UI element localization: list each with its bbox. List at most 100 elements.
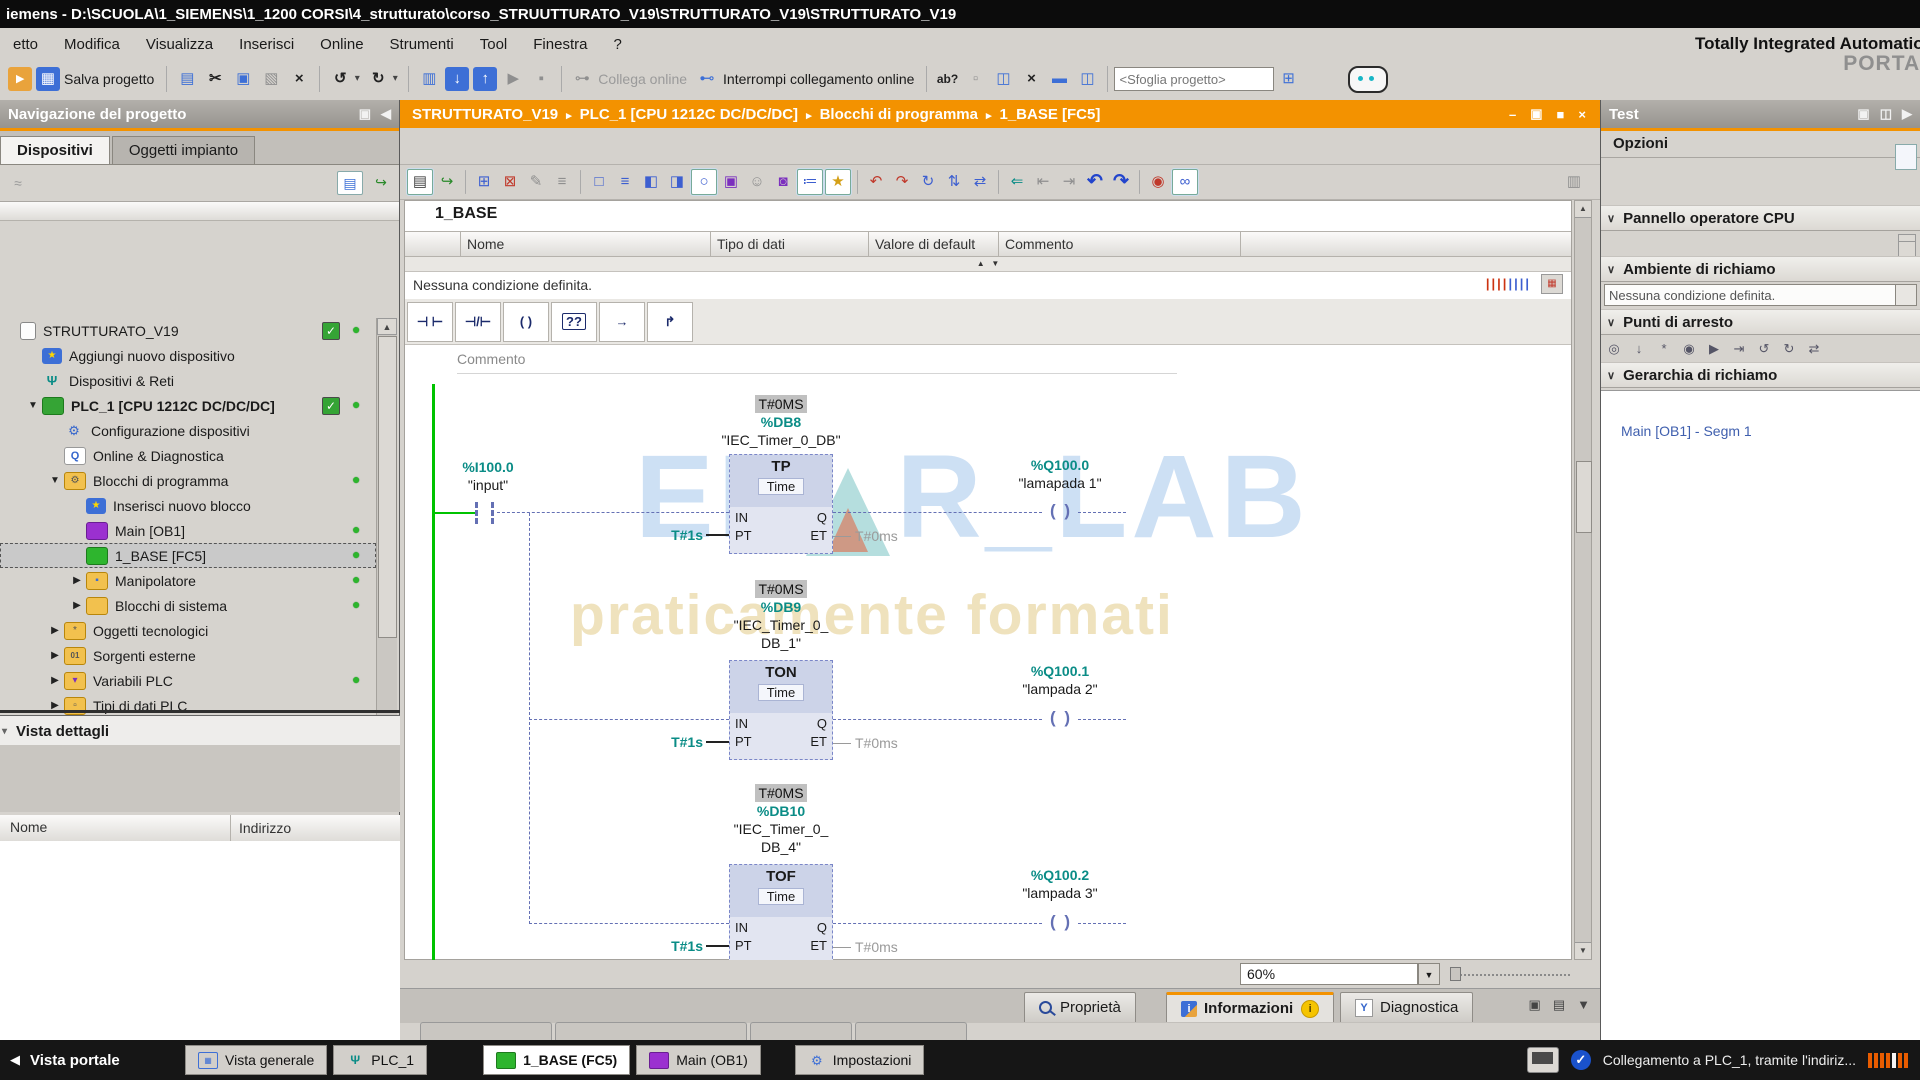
restore-icon[interactable]: ▣ [1530, 106, 1542, 122]
taskbar-main-ob1[interactable]: Main (OB1) [636, 1045, 761, 1075]
project-library-icon[interactable]: ⊞ [1276, 67, 1300, 91]
expander-icon[interactable]: ▶ [46, 675, 64, 686]
taskbar-impostazioni[interactable]: ⚙ Impostazioni [795, 1045, 925, 1075]
download-to-device-icon[interactable]: ↓ [445, 67, 469, 91]
prev-error-icon[interactable]: ↶ [864, 170, 888, 194]
crumb-project[interactable]: STRUTTURATO_V19▸ [412, 106, 580, 123]
taskbar-vista-generale[interactable]: ▦ Vista generale [185, 1045, 327, 1075]
tree-item-devices-networks[interactable]: Ψ Dispositivi & Reti [0, 368, 376, 393]
column-nome[interactable]: Nome [461, 232, 711, 256]
step-fwd-icon[interactable]: ⇥ [1057, 170, 1081, 194]
separator[interactable] [998, 170, 999, 194]
download-breakpoints-icon[interactable]: ↓ [1628, 339, 1650, 359]
portal-back-icon[interactable]: ◀ [10, 1052, 20, 1068]
compile-icon[interactable]: ▥ [417, 67, 441, 91]
save-project-button[interactable]: Salva progetto [64, 71, 154, 87]
coil-icon[interactable]: ( ) [1042, 708, 1080, 728]
menu-item[interactable]: Tool [467, 36, 521, 53]
section-ambiente-di-richiamo[interactable]: ∨ Ambiente di richiamo [1601, 256, 1920, 282]
tab-oggetti-impianto[interactable]: Oggetti impianto [112, 136, 255, 164]
partial-tab[interactable] [555, 1022, 747, 1041]
redo-icon[interactable]: ↻ [366, 67, 390, 91]
find-replace-icon[interactable]: ab? [935, 67, 959, 91]
tree-item-program-blocks[interactable]: ▼ ⚙ Blocchi di programma ● [0, 468, 376, 493]
zoom-dropdown-icon[interactable]: ▼ [1418, 963, 1440, 985]
resume-icon[interactable]: ↺ [1753, 339, 1775, 359]
expander-icon[interactable]: ▶ [68, 600, 86, 611]
show-window-icon[interactable]: ▫ [963, 67, 987, 91]
splitter-down-icon[interactable]: ▼ [991, 259, 999, 268]
tree-item-add-device[interactable]: ★ Aggiungi nuovo dispositivo [0, 343, 376, 368]
panel-detach-icon[interactable]: ▣ [1857, 106, 1869, 122]
delete-network-icon[interactable]: ⊠ [498, 170, 522, 194]
enable-breakpoint-icon[interactable]: ◉ [1678, 339, 1700, 359]
tree-item-external-sources[interactable]: ▶ 01 Sorgenti esterne [0, 643, 376, 668]
consistency-check-icon[interactable]: ⇅ [942, 170, 966, 194]
menu-item[interactable]: Finestra [520, 36, 600, 53]
list-view-icon[interactable]: ▤ [337, 171, 363, 195]
tree-item-system-blocks[interactable]: ▶ Blocchi di sistema ● [0, 593, 376, 618]
expander-icon[interactable]: ▶ [46, 650, 64, 661]
new-breakpoint-icon[interactable]: * [1653, 339, 1675, 359]
run-to-breakpoint-icon[interactable]: ▶ [1703, 339, 1725, 359]
contact-bar-icon[interactable] [491, 502, 494, 524]
go-to-prev-icon[interactable]: ⇐ [1005, 170, 1029, 194]
menu-item[interactable]: Strumenti [377, 36, 467, 53]
maximize-icon[interactable]: ■ [1557, 107, 1565, 122]
editor-scrollbar[interactable]: ▲ ▼ [1574, 200, 1592, 960]
upload-from-device-icon[interactable]: ↑ [473, 67, 497, 91]
scroll-up-icon[interactable]: ▲ [1575, 201, 1591, 218]
fav-open-branch-icon[interactable]: → [599, 302, 645, 342]
tree-item-project-root[interactable]: STRUTTURATO_V19 ✓ ● [0, 318, 376, 343]
column-tipo-di-dati[interactable]: Tipo di dati [711, 232, 869, 256]
coil-icon[interactable]: ( ) [1042, 912, 1080, 932]
filter-icon[interactable]: ≈ [6, 172, 30, 194]
panel-collapse-icon[interactable]: ▶ [1902, 106, 1912, 122]
contact-bar-icon[interactable] [475, 502, 478, 524]
separator[interactable] [857, 170, 858, 194]
inspector-collapse-icon[interactable]: ▼ [1577, 997, 1590, 1013]
step-back-icon[interactable]: ⇤ [1031, 170, 1055, 194]
crumb-blocks[interactable]: Blocchi di programma▸ [820, 106, 1000, 123]
details-collapse-icon[interactable]: ▾ [0, 726, 16, 737]
new-project-icon[interactable]: ▸ [8, 67, 32, 91]
expander-icon[interactable]: ▶ [68, 575, 86, 586]
panel-detach-icon[interactable]: ▣ [359, 106, 371, 122]
cpu-panel-mini-icon[interactable] [1898, 241, 1916, 257]
step-out-icon[interactable]: ⇄ [1803, 339, 1825, 359]
tree-item-manipolatore[interactable]: ▶ ▪ Manipolatore ● [0, 568, 376, 593]
go-online-icon[interactable]: ⊶ [570, 67, 594, 91]
expander-icon[interactable]: ▼ [24, 400, 42, 411]
separator[interactable] [465, 170, 466, 194]
tree-item-online-diagnostics[interactable]: Q Online & Diagnostica [0, 443, 376, 468]
horizontal-split-icon[interactable]: ▬ [1047, 67, 1071, 91]
section-punti-di-arresto[interactable]: ∨ Punti di arresto [1601, 309, 1920, 335]
favorites-toggle-icon[interactable]: ★ [825, 169, 851, 195]
timer-block-ton[interactable]: TON Time INQ PTET [729, 660, 833, 760]
panel-splitter[interactable] [0, 710, 400, 713]
contact-operand[interactable]: %I100.0 "input" [405, 458, 588, 494]
symbol-table-icon[interactable]: ▣ [719, 170, 743, 194]
vertical-split-icon[interactable]: ◫ [1075, 67, 1099, 91]
expand-networks-icon[interactable]: ◧ [639, 170, 663, 194]
ladder-canvas[interactable]: EP R_LAB praticamente formati %I100.0 "i… [405, 346, 1571, 960]
zoom-slider[interactable] [1452, 974, 1570, 976]
list-view-icon[interactable]: ▤ [407, 169, 433, 195]
zoom-slider-handle[interactable] [1450, 967, 1461, 981]
zoom-level-select[interactable]: 60% [1240, 963, 1418, 985]
open-reference-icon[interactable]: ↪ [369, 171, 393, 193]
scroll-thumb[interactable] [378, 336, 397, 638]
insert-box-icon[interactable]: □ [587, 170, 611, 194]
nav-forward-icon[interactable]: ↷ [1109, 170, 1133, 194]
close-icon[interactable]: × [1578, 107, 1586, 122]
section-gerarchia-di-richiamo[interactable]: ∨ Gerarchia di richiamo [1601, 362, 1920, 388]
partial-tab[interactable] [855, 1022, 967, 1041]
save-project-icon[interactable]: ▦ [36, 67, 60, 91]
taskbar-1base-fc5[interactable]: 1_BASE (FC5) [483, 1045, 630, 1075]
scroll-down-icon[interactable]: ▼ [1575, 942, 1591, 959]
taskbar-plc1[interactable]: Ψ PLC_1 [333, 1045, 427, 1075]
minimize-icon[interactable]: – [1509, 107, 1516, 122]
interface-splitter[interactable]: ▲ ▼ [405, 257, 1571, 272]
panel-split-icon[interactable]: ◫ [1880, 106, 1892, 122]
copy-icon[interactable]: ▣ [231, 67, 255, 91]
